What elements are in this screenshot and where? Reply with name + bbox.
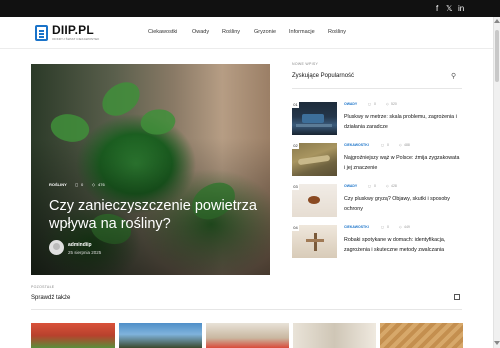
- related-post-thumbnail[interactable]: [293, 323, 376, 348]
- nav-item-rosliny-2[interactable]: Rośliny: [328, 29, 346, 35]
- sidebar-kicker: NOWE WPISY: [292, 62, 319, 66]
- page: DIIP.PL ODKRYJ ŚWIAT CIEKAWOSTEK Ciekawo…: [0, 17, 493, 348]
- hero-date: 25 sierpnia 2025: [68, 250, 102, 255]
- hero-title[interactable]: Czy zanieczyszczenie powietrza wpływa na…: [49, 197, 259, 233]
- post-number: 02: [292, 143, 299, 149]
- more-kicker: POZOSTAŁE: [31, 285, 55, 289]
- hero-category[interactable]: ROŚLINY: [49, 182, 67, 187]
- nav-item-informacje[interactable]: Informacje: [289, 29, 315, 35]
- eye-icon: ◇: [386, 184, 389, 188]
- post-number: 01: [292, 102, 299, 108]
- scroll-down-arrow-icon[interactable]: [494, 341, 500, 345]
- header-divider: [0, 48, 493, 49]
- post-category[interactable]: OWADY: [344, 102, 357, 106]
- post-comments: 0: [387, 143, 389, 147]
- related-post-thumbnail[interactable]: [206, 323, 289, 348]
- list-item[interactable]: 03 OWADY ◻ 0 ◇ 428 Czy pluskwy gryzą? Ob…: [292, 184, 462, 224]
- hero-author[interactable]: admindiip: [68, 242, 92, 248]
- post-comments: 0: [374, 102, 376, 106]
- hero-comment-icon: ◻: [75, 182, 79, 187]
- post-comments: 0: [374, 184, 376, 188]
- related-post-thumbnail[interactable]: [31, 323, 115, 348]
- top-bar: f 𝕏 in: [0, 0, 500, 17]
- scroll-up-arrow-icon[interactable]: [494, 19, 500, 23]
- pin-icon: ⚲: [451, 73, 457, 80]
- scrollbar-thumb[interactable]: [495, 30, 499, 82]
- facebook-icon[interactable]: f: [436, 4, 438, 13]
- featured-post[interactable]: ROŚLINY ◻ 0 ◇ 476 Czy zanieczyszczenie p…: [31, 64, 270, 275]
- hero-views: 0: [81, 182, 84, 187]
- post-views: 488: [404, 143, 410, 147]
- eye-icon: ◇: [386, 102, 389, 106]
- eye-icon: ◇: [399, 143, 402, 147]
- post-title[interactable]: Czy pluskwy gryzą? Objawy, skutki i spos…: [344, 195, 462, 214]
- nav-item-gryzonie[interactable]: Gryzonie: [254, 29, 276, 35]
- sidebar-title: Zyskujące Popularność: [292, 73, 355, 79]
- related-post-thumbnail[interactable]: [380, 323, 463, 348]
- post-comments: 0: [387, 225, 389, 229]
- post-category[interactable]: CIEKAWOSTKI: [344, 225, 369, 229]
- nav-item-owady[interactable]: Owady: [192, 29, 209, 35]
- post-title[interactable]: Najgroźniejszy wąż w Polsce: żmija zygza…: [344, 154, 462, 173]
- author-avatar: [49, 240, 64, 255]
- sidebar-divider: [292, 88, 462, 89]
- logo-name: DIIP.PL: [52, 23, 94, 37]
- more-title: Sprawdź także: [31, 295, 71, 301]
- comment-icon: ◻: [368, 102, 371, 106]
- hero-likes: 476: [98, 182, 105, 187]
- list-item[interactable]: 04 CIEKAWOSTKI ◻ 0 ◇ 449 Robaki spotykan…: [292, 225, 462, 265]
- comment-icon: ◻: [368, 184, 371, 188]
- linkedin-icon[interactable]: in: [458, 4, 464, 13]
- hero-eye-icon: ◇: [92, 182, 96, 187]
- post-title[interactable]: Pluskwy w metrze: skala problemu, zagroż…: [344, 113, 462, 132]
- post-number: 03: [292, 184, 299, 190]
- post-number: 04: [292, 225, 299, 231]
- post-views: 428: [391, 184, 397, 188]
- hero-overlay: [31, 64, 270, 275]
- list-item[interactable]: 01 OWADY ◻ 0 ◇ 520 Pluskwy w metrze: ska…: [292, 102, 462, 142]
- post-category[interactable]: CIEKAWOSTKI: [344, 143, 369, 147]
- post-category[interactable]: OWADY: [344, 184, 357, 188]
- eye-icon: ◇: [399, 225, 402, 229]
- post-views: 449: [404, 225, 410, 229]
- post-title[interactable]: Robaki spotykane w domach: identyfikacja…: [344, 236, 462, 255]
- grid-icon: [454, 294, 460, 300]
- logo-document-icon: [35, 25, 48, 41]
- related-post-thumbnail[interactable]: [119, 323, 202, 348]
- nav-item-rosliny[interactable]: Rośliny: [222, 29, 240, 35]
- list-item[interactable]: 02 CIEKAWOSTKI ◻ 0 ◇ 488 Najgroźniejszy …: [292, 143, 462, 183]
- comment-icon: ◻: [381, 225, 384, 229]
- nav-item-ciekawostki[interactable]: Ciekawostki: [148, 29, 177, 35]
- twitter-x-icon[interactable]: 𝕏: [446, 4, 452, 13]
- comment-icon: ◻: [381, 143, 384, 147]
- more-divider: [31, 309, 462, 310]
- post-views: 520: [391, 102, 397, 106]
- logo-tagline: ODKRYJ ŚWIAT CIEKAWOSTEK: [52, 37, 100, 41]
